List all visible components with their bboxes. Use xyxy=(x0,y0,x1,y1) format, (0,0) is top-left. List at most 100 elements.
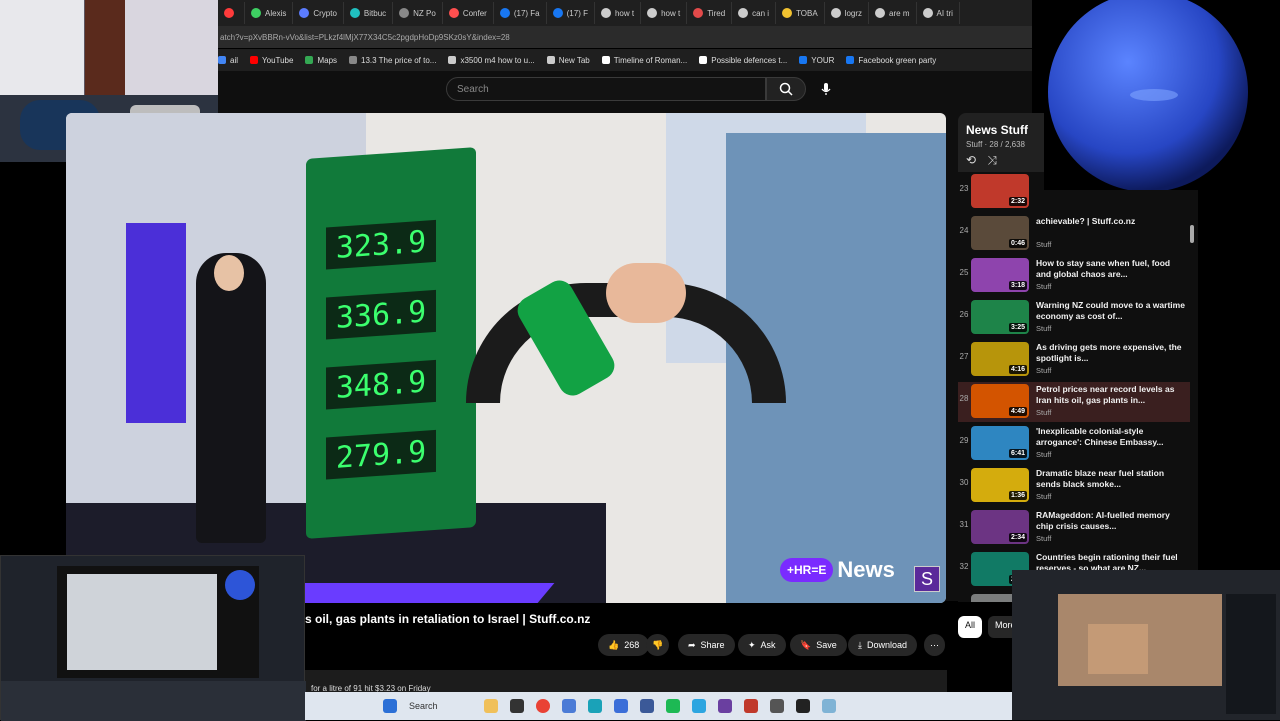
app-icon[interactable] xyxy=(561,699,576,713)
browser-tab[interactable]: can i xyxy=(732,2,777,24)
item-title[interactable]: Warning NZ could move to a wartime econo… xyxy=(1036,300,1186,322)
bookmark-item[interactable]: YOUR xyxy=(799,56,834,65)
playlist-scrollbar[interactable] xyxy=(1190,225,1194,243)
video-thumbnail[interactable]: 4:16 xyxy=(971,342,1029,376)
browser-tab[interactable]: are m xyxy=(869,2,917,24)
thumbs-up-icon: 👍 xyxy=(608,639,620,650)
item-channel[interactable]: Stuff xyxy=(1036,450,1051,459)
app2-icon[interactable] xyxy=(639,699,654,713)
browser-tab[interactable]: how t xyxy=(641,2,688,24)
shuffle-icon[interactable]: ⤨ xyxy=(987,153,997,167)
video-thumbnail[interactable]: 3:25 xyxy=(971,300,1029,334)
bookmarks-bar: ail YouTube Maps 13.3 The price of to... x35… xyxy=(218,49,1032,71)
item-title[interactable]: achievable? | Stuff.co.nz xyxy=(1036,216,1186,227)
store-icon[interactable] xyxy=(613,699,628,713)
item-channel[interactable]: Stuff xyxy=(1036,366,1051,375)
item-channel[interactable]: Stuff xyxy=(1036,240,1051,249)
playlist-item[interactable]: 31 2:34 RAMageddon: AI-fuelled memory chip… xyxy=(958,508,1190,548)
item-channel[interactable]: Stuff xyxy=(1036,492,1051,501)
door xyxy=(85,0,125,95)
ask-button[interactable]: ✦ Ask xyxy=(738,634,786,656)
playlist-title[interactable]: News Stuff xyxy=(966,123,1028,137)
taskbar-widget-icon[interactable] xyxy=(483,699,498,713)
browser-tab[interactable]: Tired xyxy=(687,2,733,24)
app3-icon[interactable] xyxy=(665,699,680,713)
app5-icon[interactable] xyxy=(743,699,758,713)
item-title[interactable]: RAMageddon: AI-fuelled memory chip crisi… xyxy=(1036,510,1186,532)
playlist-item[interactable]: 27 4:16 As driving gets more expensive, th… xyxy=(958,340,1190,380)
playlist-item[interactable]: 24 0:46 achievable? | Stuff.co.nz Stuff xyxy=(958,214,1190,254)
app6-icon[interactable] xyxy=(821,699,836,713)
item-channel[interactable]: Stuff xyxy=(1036,282,1051,291)
browser-tab[interactable]: how t xyxy=(595,2,642,24)
browser-tab[interactable]: Crypto xyxy=(293,2,344,24)
save-button[interactable]: 🔖 Save xyxy=(790,634,847,656)
telegram-icon[interactable] xyxy=(691,699,706,713)
item-title[interactable]: How to stay sane when fuel, food and glo… xyxy=(1036,258,1186,280)
bookmark-item[interactable]: Possible defences t... xyxy=(699,56,787,65)
video-thumbnail[interactable]: 6:41 xyxy=(971,426,1029,460)
video-thumbnail[interactable]: 2:34 xyxy=(971,510,1029,544)
browser-tab[interactable]: (17) F xyxy=(547,2,595,24)
windows-taskbar: Search xyxy=(305,692,1012,720)
item-channel[interactable]: Stuff xyxy=(1036,324,1051,333)
browser-tab[interactable] xyxy=(218,2,245,24)
bookmark-item[interactable]: YouTube xyxy=(250,56,293,65)
tab-label: Alexis xyxy=(265,8,287,18)
video-thumbnail[interactable]: 3:18 xyxy=(971,258,1029,292)
address-bar[interactable]: atch?v=pXvBBRn-vVo&list=PLkzf4lMjX77X34C… xyxy=(218,26,1032,48)
video-player[interactable]: 323.9 336.9 348.9 279.9 xyxy=(66,113,946,603)
playlist-item[interactable]: 29 6:41 'Inexplicable colonial-style arrog… xyxy=(958,424,1190,464)
video-thumbnail[interactable]: 4:49 xyxy=(971,384,1029,418)
bookmark-item[interactable]: ail xyxy=(218,56,238,65)
item-title[interactable]: Petrol prices near record levels as Iran… xyxy=(1036,384,1186,406)
share-button[interactable]: ➦ Share xyxy=(678,634,735,656)
settings-icon[interactable] xyxy=(769,699,784,713)
item-title[interactable]: As driving gets more expensive, the spot… xyxy=(1036,342,1186,364)
item-channel[interactable]: Stuff xyxy=(1036,408,1051,417)
like-button[interactable]: 👍 268 xyxy=(598,634,650,656)
bookmark-item[interactable]: x3500 m4 how to u... xyxy=(448,56,535,65)
item-title[interactable]: 'Inexplicable colonial-style arrogance':… xyxy=(1036,426,1186,448)
search-button[interactable] xyxy=(766,77,806,101)
bookmark-item[interactable]: Maps xyxy=(305,56,337,65)
browser-tab[interactable]: TOBA xyxy=(776,2,825,24)
bookmark-item[interactable]: 13.3 The price of to... xyxy=(349,56,436,65)
voice-search-button[interactable] xyxy=(816,79,836,99)
windows-start-icon[interactable] xyxy=(383,699,397,713)
browser-tab[interactable]: Bitbuc xyxy=(344,2,394,24)
playlist-item[interactable]: 28 4:49 Petrol prices near record levels a… xyxy=(958,382,1190,422)
playlist-item[interactable]: 25 3:18 How to stay sane when fuel, food a… xyxy=(958,256,1190,296)
playlist-item[interactable]: 30 1:36 Dramatic blaze near fuel station s… xyxy=(958,466,1190,506)
chrome-icon[interactable] xyxy=(535,699,550,713)
browser-tab[interactable]: Alexis xyxy=(245,2,294,24)
three-logo: +HR=E xyxy=(780,558,834,582)
bookmark-item[interactable]: Facebook green party xyxy=(846,56,936,65)
bookmark-favicon-icon xyxy=(448,56,457,64)
download-button[interactable]: ⤓ Download xyxy=(848,634,918,656)
search-input[interactable]: Search xyxy=(446,77,766,101)
video-thumbnail[interactable]: 1:36 xyxy=(971,468,1029,502)
browser-tab[interactable]: NZ Po xyxy=(393,2,443,24)
dislike-button[interactable]: 👎 xyxy=(646,634,670,656)
playlist-item[interactable]: 26 3:25 Warning NZ could move to a wartime… xyxy=(958,298,1190,338)
loop-icon[interactable]: ⟲ xyxy=(966,153,976,167)
item-channel[interactable]: Stuff xyxy=(1036,534,1051,543)
obs-icon[interactable] xyxy=(795,699,810,713)
edge-icon[interactable] xyxy=(587,699,602,713)
browser-tab[interactable]: AI tri xyxy=(917,2,960,24)
browser-tab[interactable]: logrz xyxy=(825,2,870,24)
bookmark-item[interactable]: Timeline of Roman... xyxy=(601,56,687,65)
browser-tab[interactable]: Confer xyxy=(443,2,494,24)
bookmark-item[interactable]: New Tab xyxy=(546,56,590,65)
browser-tab[interactable]: (17) Fa xyxy=(494,2,547,24)
tab-label: (17) Fa xyxy=(513,8,540,18)
taskbar-search[interactable]: Search xyxy=(409,701,438,711)
task-view-icon[interactable] xyxy=(509,699,524,713)
more-actions-button[interactable]: ⋯ xyxy=(924,634,945,656)
chip-all[interactable]: All xyxy=(958,616,983,638)
item-title[interactable]: Dramatic blaze near fuel station sends b… xyxy=(1036,468,1186,490)
video-thumbnail[interactable]: 2:32 xyxy=(971,174,1029,208)
video-thumbnail[interactable]: 0:46 xyxy=(971,216,1029,250)
app4-icon[interactable] xyxy=(717,699,732,713)
